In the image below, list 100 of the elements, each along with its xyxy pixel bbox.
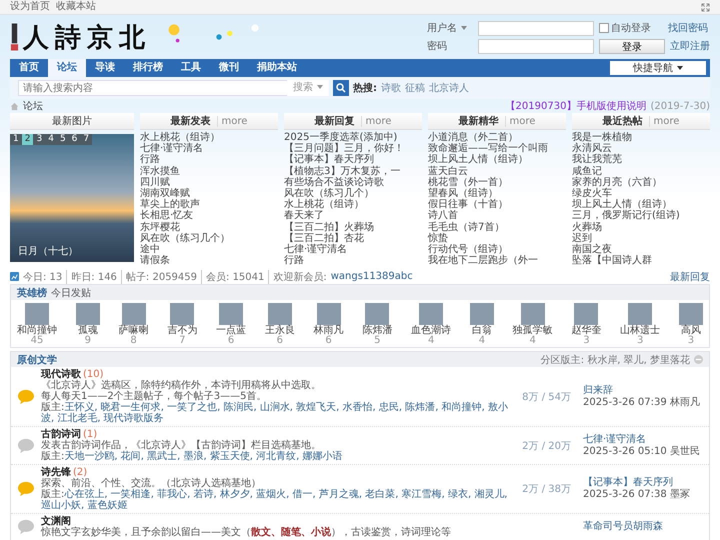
nav-tab[interactable]: 首页 — [10, 59, 48, 77]
thread-link[interactable]: 浑水摸鱼 — [140, 166, 278, 177]
forum-name[interactable]: 文渊阁 — [41, 516, 71, 528]
forum-name[interactable]: 古韵诗词 — [41, 429, 81, 440]
avatar-placeholder[interactable] — [365, 303, 390, 326]
last-post-link[interactable]: 七律·谨守清名 — [583, 434, 700, 446]
forum-name[interactable]: 现代诗歌 — [41, 369, 81, 380]
user-name[interactable]: 高风 — [680, 325, 701, 336]
slide-page-button[interactable]: 3 — [33, 134, 46, 145]
notice-link[interactable]: 【20190730】手机版使用说明 — [506, 99, 646, 113]
thread-link[interactable]: 风在吹（练习几个） — [284, 188, 422, 200]
thread-link[interactable]: 湖南双峰赋 — [140, 188, 278, 200]
thread-link[interactable]: 请假条 — [140, 255, 278, 266]
username-label[interactable]: 用户名 — [427, 21, 473, 35]
panel-title[interactable]: 原创文学 — [17, 352, 57, 367]
site-logo[interactable]: 人詩京北 — [23, 20, 151, 54]
thread-link[interactable]: 诗八首 — [428, 210, 566, 222]
thread-link[interactable]: 火葬场 — [572, 222, 710, 233]
last-post-link[interactable]: 归来辞 — [583, 384, 700, 397]
thread-link[interactable]: 【三百二拍】杏花 — [284, 232, 422, 244]
thread-link[interactable]: 2025一季度选萃(添加中) — [284, 132, 422, 144]
thread-link[interactable]: 水上桃花（组诗） — [140, 132, 278, 144]
thread-link[interactable]: 南国之夜 — [572, 244, 710, 256]
thread-link[interactable]: 七律·谨守清名 — [140, 143, 278, 154]
hot-search-link[interactable]: 诗歌 — [381, 81, 401, 95]
register-link[interactable]: 立即注册 — [670, 39, 710, 53]
thread-link[interactable]: 致命邂逅——写给一个叫雨 — [428, 143, 566, 154]
thread-link[interactable]: 假日往事（十首） — [428, 199, 566, 210]
avatar-placeholder[interactable] — [170, 303, 194, 326]
user-name[interactable]: 陈炜潘 — [362, 325, 392, 336]
top-link[interactable]: 收藏本站 — [56, 0, 96, 14]
nav-tab[interactable]: 论坛 — [48, 59, 86, 77]
new-member-link[interactable]: wangs11389abc — [330, 271, 413, 282]
thread-link[interactable]: 坠落【中国诗人群 — [572, 255, 710, 266]
home-icon[interactable] — [10, 102, 19, 110]
thread-link[interactable]: 桃花雪（外一首） — [428, 176, 566, 188]
thread-link[interactable]: 咸鱼记 — [572, 166, 710, 177]
avatar-placeholder[interactable] — [316, 303, 341, 326]
thread-link[interactable]: 【记事本】春天序列 — [284, 154, 422, 166]
avatar-placeholder[interactable] — [520, 303, 545, 326]
user-name[interactable]: 独孤学敏 — [512, 325, 553, 336]
quick-nav-button[interactable]: 快捷导航 — [610, 61, 706, 75]
thread-link[interactable]: 【三百二拍】火葬场 — [284, 222, 422, 233]
thread-link[interactable]: 毛毛虫（诗7首） — [428, 222, 566, 233]
thread-link[interactable]: 绿皮火车 — [572, 188, 710, 200]
slide-page-button[interactable]: 5 — [56, 134, 69, 145]
user-name[interactable]: 一点蓝 — [216, 325, 246, 336]
user-name[interactable]: 白翁 — [472, 325, 492, 336]
nav-tab[interactable]: 捐助本站 — [248, 59, 306, 77]
slide-page-button[interactable]: 1 — [10, 134, 22, 145]
thread-link[interactable]: 坝上风土人情（组诗） — [572, 199, 710, 210]
user-name[interactable]: 林雨凡 — [314, 325, 344, 336]
thread-link[interactable]: 我是一株植物 — [572, 132, 710, 144]
thread-link[interactable]: 途中 — [140, 244, 278, 256]
thread-link[interactable]: 四川赋 — [140, 176, 278, 188]
forgot-password-link[interactable]: 找回密码 — [668, 21, 708, 35]
thread-link[interactable]: 风在吹（练习几个） — [140, 232, 278, 244]
top-link[interactable]: 设为首页 — [10, 0, 50, 14]
thread-link[interactable]: 东坪樱花 — [140, 222, 278, 233]
thread-link[interactable]: 小道消息（外二首） — [428, 132, 566, 144]
thread-link[interactable]: 行路 — [140, 154, 278, 166]
avatar-placeholder[interactable] — [419, 303, 444, 326]
user-name[interactable]: 和尚撞钟 — [17, 325, 57, 336]
panel-title[interactable]: 英雄榜 — [17, 286, 47, 300]
thread-link[interactable]: 永清风云 — [572, 143, 710, 154]
search-button[interactable] — [333, 80, 349, 96]
nav-tab[interactable]: 工具 — [172, 59, 210, 77]
user-name[interactable]: 王永良 — [264, 325, 295, 336]
user-name[interactable]: 吉不为 — [167, 325, 198, 336]
thread-link[interactable]: 行路 — [284, 255, 422, 266]
forum-name[interactable]: 诗先锋 — [41, 467, 71, 478]
user-name[interactable]: 山林遗士 — [620, 325, 660, 336]
expand-icon[interactable] — [701, 2, 710, 12]
thread-link[interactable]: 草尖上的歌声 — [140, 199, 278, 210]
last-post-link[interactable]: 【记事本】春天序列 — [583, 477, 690, 490]
latest-replies-link[interactable]: 最新回复 — [670, 270, 710, 284]
slide-caption[interactable]: 日月（十七） — [18, 244, 78, 258]
collapse-icon[interactable] — [694, 355, 703, 364]
slide-page-button[interactable]: 4 — [45, 134, 57, 145]
avatar-placeholder[interactable] — [268, 303, 292, 326]
avatar-placeholder[interactable] — [76, 303, 100, 326]
avatar-placeholder[interactable] — [122, 303, 146, 326]
search-field[interactable]: 请输入搜索内容 — [18, 80, 288, 96]
user-name[interactable]: 孤魂 — [78, 325, 98, 336]
thread-link[interactable]: 【三月问题】三月，你好！ — [284, 143, 422, 154]
thread-link[interactable]: 行动代号（组诗） — [428, 244, 566, 256]
thread-link[interactable]: 我在地下二层跑步（外一 — [428, 255, 566, 266]
thread-link[interactable]: 蓝天白云 — [428, 166, 566, 177]
thread-link[interactable]: 春天来了 — [284, 210, 422, 222]
nav-tab[interactable]: 排行榜 — [124, 59, 172, 77]
thread-link[interactable]: 七律·谨守清名 — [284, 244, 422, 256]
slide-page-button[interactable]: 7 — [80, 134, 92, 145]
thread-link[interactable]: 长相思·忆友 — [140, 210, 278, 222]
thread-link[interactable]: 迟到 — [572, 232, 710, 244]
username-field[interactable] — [478, 20, 594, 36]
password-field[interactable] — [478, 38, 594, 54]
thread-link[interactable]: 坝上风土人情（组诗） — [428, 154, 566, 166]
avatar-placeholder[interactable] — [470, 303, 494, 326]
thread-link[interactable]: 有些场合不益谈论诗歌 — [284, 176, 422, 188]
thread-link[interactable]: 【植物志3】万木复苏，一 — [284, 166, 422, 177]
